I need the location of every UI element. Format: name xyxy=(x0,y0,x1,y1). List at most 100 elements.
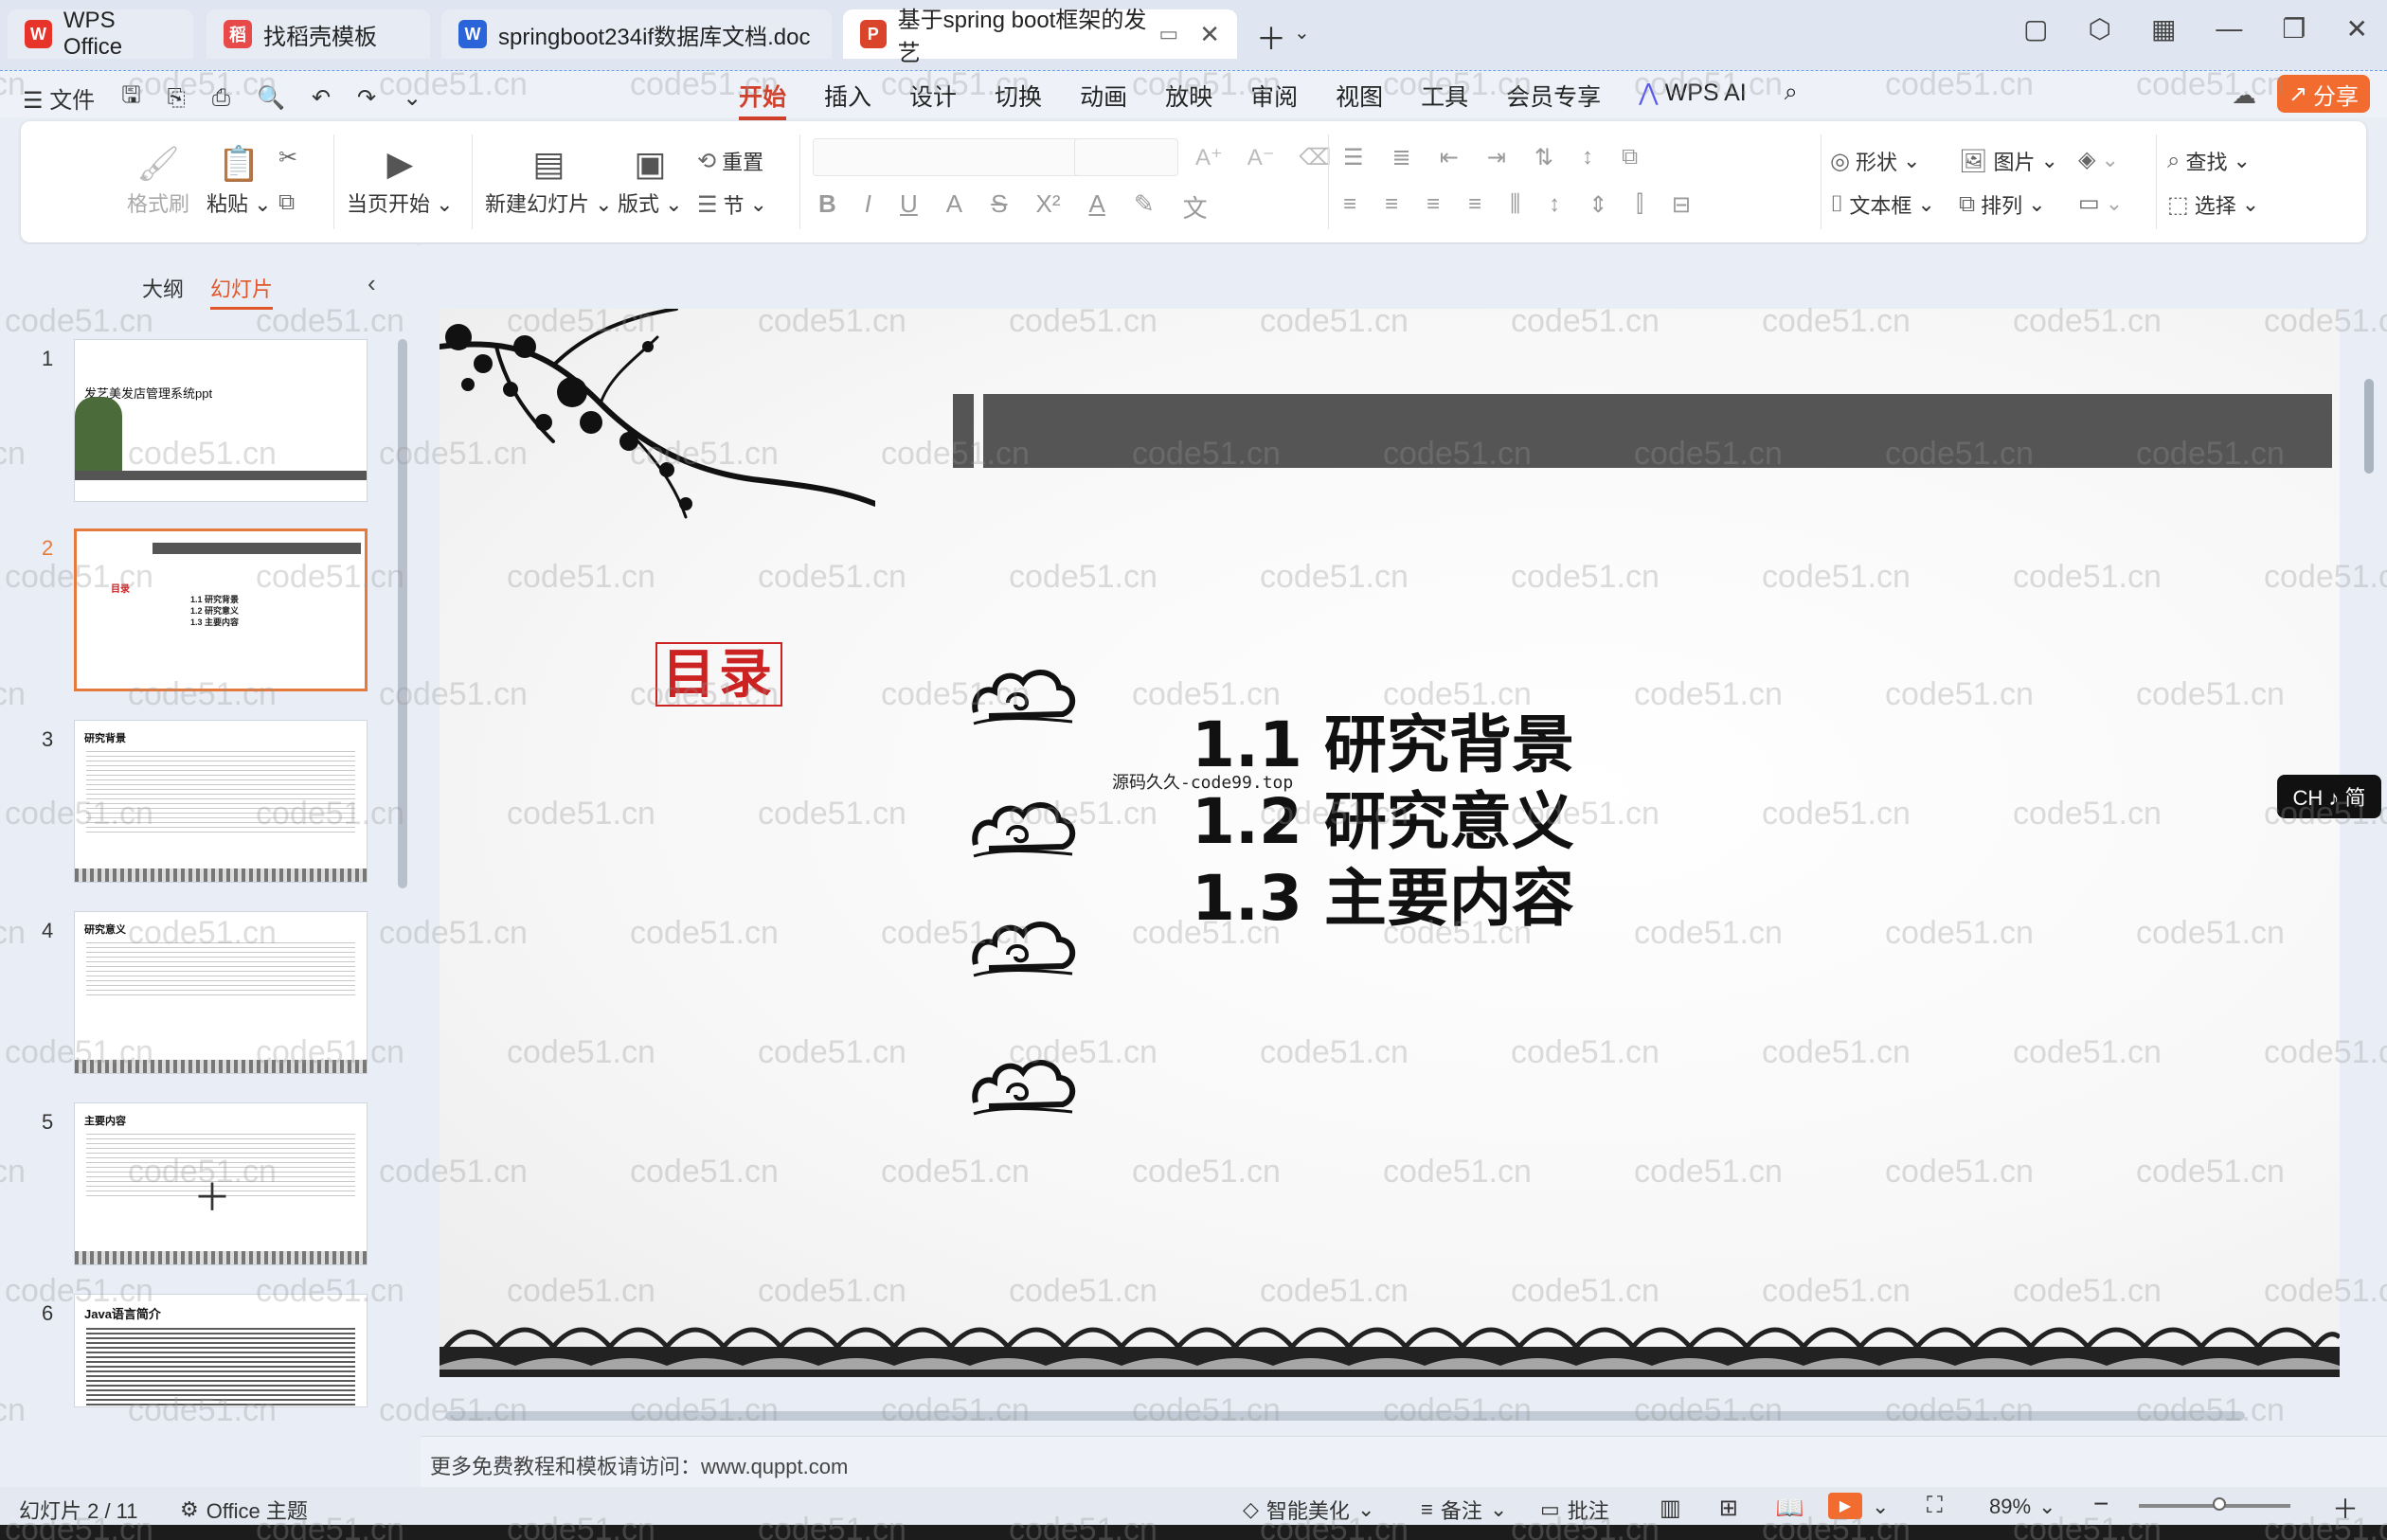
font-color-icon[interactable]: A xyxy=(1088,189,1104,224)
save-icon[interactable]: 🖫 xyxy=(121,79,140,117)
vertical-align-icon[interactable]: ⊟ xyxy=(1672,191,1691,219)
shape-button[interactable]: ◎ 形状 ⌄ xyxy=(1830,146,1920,176)
panel-scrollbar[interactable] xyxy=(398,339,407,888)
paste-button[interactable]: 📋 粘贴 ⌄ xyxy=(206,140,272,218)
align-right-icon[interactable]: ≡ xyxy=(1427,191,1440,219)
paragraph-spacing-icon[interactable]: ⇕ xyxy=(1588,191,1607,219)
play-from-current-button[interactable]: ▶ 当页开始 ⌄ xyxy=(347,140,454,218)
add-slide-icon[interactable]: ＋ xyxy=(193,1167,231,1222)
bold-icon[interactable]: B xyxy=(818,189,836,224)
section-button[interactable]: ☰ 节 ⌄ xyxy=(697,189,767,220)
box-3d-icon[interactable]: ⬡ xyxy=(2089,13,2111,45)
search-icon[interactable]: ⌕ xyxy=(1785,79,1798,120)
undo-icon[interactable]: ↶ xyxy=(312,84,331,112)
sort-icon[interactable]: ↕ xyxy=(1582,144,1593,171)
zoom-level[interactable]: 89% ⌄ xyxy=(1989,1495,2055,1519)
find-button[interactable]: ⌕ 查找 ⌄ xyxy=(2167,146,2251,176)
smart-beautify-button[interactable]: ◇ 智能美化 ⌄ xyxy=(1243,1495,1374,1525)
toc-list[interactable]: 1.1 研究背景 1.2 研究意义 1.3 主要内容 xyxy=(1192,707,1574,937)
cut-icon[interactable]: ✂ xyxy=(278,144,297,171)
tab-animation[interactable]: 动画 xyxy=(1080,79,1127,120)
increase-indent-icon[interactable]: ⇥ xyxy=(1487,144,1506,171)
redo-icon[interactable]: ↷ xyxy=(357,84,376,112)
arrange-button[interactable]: ⧉ 排列 ⌄ xyxy=(1959,189,2046,220)
highlight-icon[interactable]: ✎ xyxy=(1134,189,1155,224)
font-size-select[interactable] xyxy=(1074,138,1178,176)
tab-design[interactable]: 设计 xyxy=(909,79,957,120)
horizontal-scrollbar[interactable] xyxy=(445,1411,2245,1421)
bullet-list-icon[interactable]: ☰ xyxy=(1343,144,1364,171)
tab-slideshow[interactable]: 放映 xyxy=(1165,79,1212,120)
minimize-icon[interactable]: — xyxy=(2216,13,2242,45)
text-shadow-icon[interactable]: A xyxy=(946,189,962,224)
slide-sorter-icon[interactable]: ⊞ xyxy=(1719,1495,1738,1522)
export-icon[interactable]: ⎘ xyxy=(168,85,186,112)
tab-wps-office[interactable]: W WPS Office xyxy=(8,8,193,60)
print-icon[interactable]: ⎙ xyxy=(212,85,230,112)
notes-toggle-button[interactable]: ≡ 备注 ⌄ xyxy=(1421,1495,1507,1525)
vertical-scrollbar[interactable] xyxy=(2364,379,2374,474)
toc-heading-stamp[interactable]: 目录 xyxy=(655,642,782,707)
print-preview-icon[interactable]: 🔍 xyxy=(257,84,285,112)
image-button[interactable]: 🖼 图片 ⌄ xyxy=(1959,146,2058,176)
reading-view-icon[interactable]: 📖 xyxy=(1776,1495,1804,1522)
align-left-icon[interactable]: ≡ xyxy=(1343,191,1356,219)
tab-list-chevron-icon[interactable]: ⌄ xyxy=(1294,21,1310,45)
slide-thumbnail-6[interactable]: Java语言简介 xyxy=(74,1294,368,1407)
tab-insert[interactable]: 插入 xyxy=(824,79,871,120)
outline-color-icon[interactable]: ▭ ⌄ xyxy=(2078,189,2123,217)
slide-thumbnail-4[interactable]: 研究意义 xyxy=(74,911,368,1074)
collapse-panel-icon[interactable]: ‹ xyxy=(368,269,376,298)
underline-icon[interactable]: U xyxy=(900,189,918,224)
more-chevron-icon[interactable]: ⌄ xyxy=(403,84,422,112)
superscript-icon[interactable]: X² xyxy=(1035,189,1060,224)
decrease-font-icon[interactable]: A⁻ xyxy=(1247,144,1275,171)
slide-thumbnail-3[interactable]: 研究背景 xyxy=(74,720,368,883)
line-spacing-icon[interactable]: ↕ xyxy=(1549,191,1560,219)
reset-button[interactable]: ⟲ 重置 xyxy=(697,146,763,176)
normal-view-icon[interactable]: ▥ xyxy=(1660,1495,1681,1522)
copy-icon[interactable]: ⧉ xyxy=(278,189,295,216)
share-button[interactable]: ↗ 分享 xyxy=(2277,75,2370,113)
tab-review[interactable]: 审阅 xyxy=(1250,79,1298,120)
format-painter-button[interactable]: 🖌 格式刷 xyxy=(127,140,189,218)
slide-thumbnail-1[interactable]: 发艺美发店管理系统ppt xyxy=(74,339,368,502)
slideshow-play-button[interactable]: ▶ xyxy=(1828,1493,1862,1519)
zoom-slider-handle[interactable] xyxy=(2213,1497,2226,1511)
tab-daoke-templates[interactable]: 稻 找稻壳模板 xyxy=(206,9,430,59)
strikethrough-icon[interactable]: S xyxy=(991,189,1007,224)
tab-outline[interactable]: 大纲 xyxy=(142,273,184,310)
clear-format-icon[interactable]: ⌫ xyxy=(1299,144,1331,171)
text-direction-icon[interactable]: ⇅ xyxy=(1534,144,1553,171)
tab-tools[interactable]: 工具 xyxy=(1421,79,1468,120)
theme-indicator[interactable]: ⚙ Office 主题 xyxy=(180,1495,308,1525)
new-tab-icon[interactable]: ＋ xyxy=(1256,15,1286,59)
columns-icon[interactable]: ⫿ xyxy=(1636,191,1643,219)
tab-home[interactable]: 开始 xyxy=(739,79,787,120)
tab-ppt-active[interactable]: P 基于spring boot框架的发艺 ▭ ✕ xyxy=(843,8,1237,66)
textbox-button[interactable]: ⌷ 文本框 ⌄ xyxy=(1830,189,1935,220)
tab-view[interactable]: 视图 xyxy=(1336,79,1383,120)
tab-transition[interactable]: 切换 xyxy=(995,79,1042,120)
phonetic-icon[interactable]: 文 xyxy=(1183,189,1208,224)
numbered-list-icon[interactable]: ≣ xyxy=(1392,144,1411,171)
wps-ai-button[interactable]: ⋀ WPS AI xyxy=(1639,79,1747,120)
restore-icon[interactable]: ❐ xyxy=(2282,13,2306,45)
convert-smartart-icon[interactable]: ⧉ xyxy=(1622,144,1638,171)
ime-indicator[interactable]: CH ♪ 简 xyxy=(2277,775,2381,818)
play-options-chevron-icon[interactable]: ⌄ xyxy=(1872,1495,1889,1519)
increase-font-icon[interactable]: A⁺ xyxy=(1195,144,1223,171)
tab-overview-icon[interactable]: ▢ xyxy=(2023,13,2048,45)
align-center-icon[interactable]: ≡ xyxy=(1385,191,1398,219)
monitor-icon[interactable]: ▭ xyxy=(1158,22,1178,46)
notes-pane[interactable]: 更多免费教程和模板请访问：www.quppt.com xyxy=(421,1436,2387,1489)
zoom-in-icon[interactable]: ＋ xyxy=(2332,1489,2359,1527)
italic-icon[interactable]: I xyxy=(865,189,871,224)
close-window-icon[interactable]: ✕ xyxy=(2346,13,2368,45)
close-tab-icon[interactable]: ✕ xyxy=(1199,20,1220,49)
avatar[interactable]: ▦ xyxy=(2151,13,2176,45)
tab-membership[interactable]: 会员专享 xyxy=(1506,79,1601,120)
zoom-out-icon[interactable]: − xyxy=(2093,1489,2109,1519)
fit-window-icon[interactable]: ⛶ xyxy=(1927,1493,1943,1519)
layout-button[interactable]: ▣ 版式 ⌄ xyxy=(618,140,683,218)
